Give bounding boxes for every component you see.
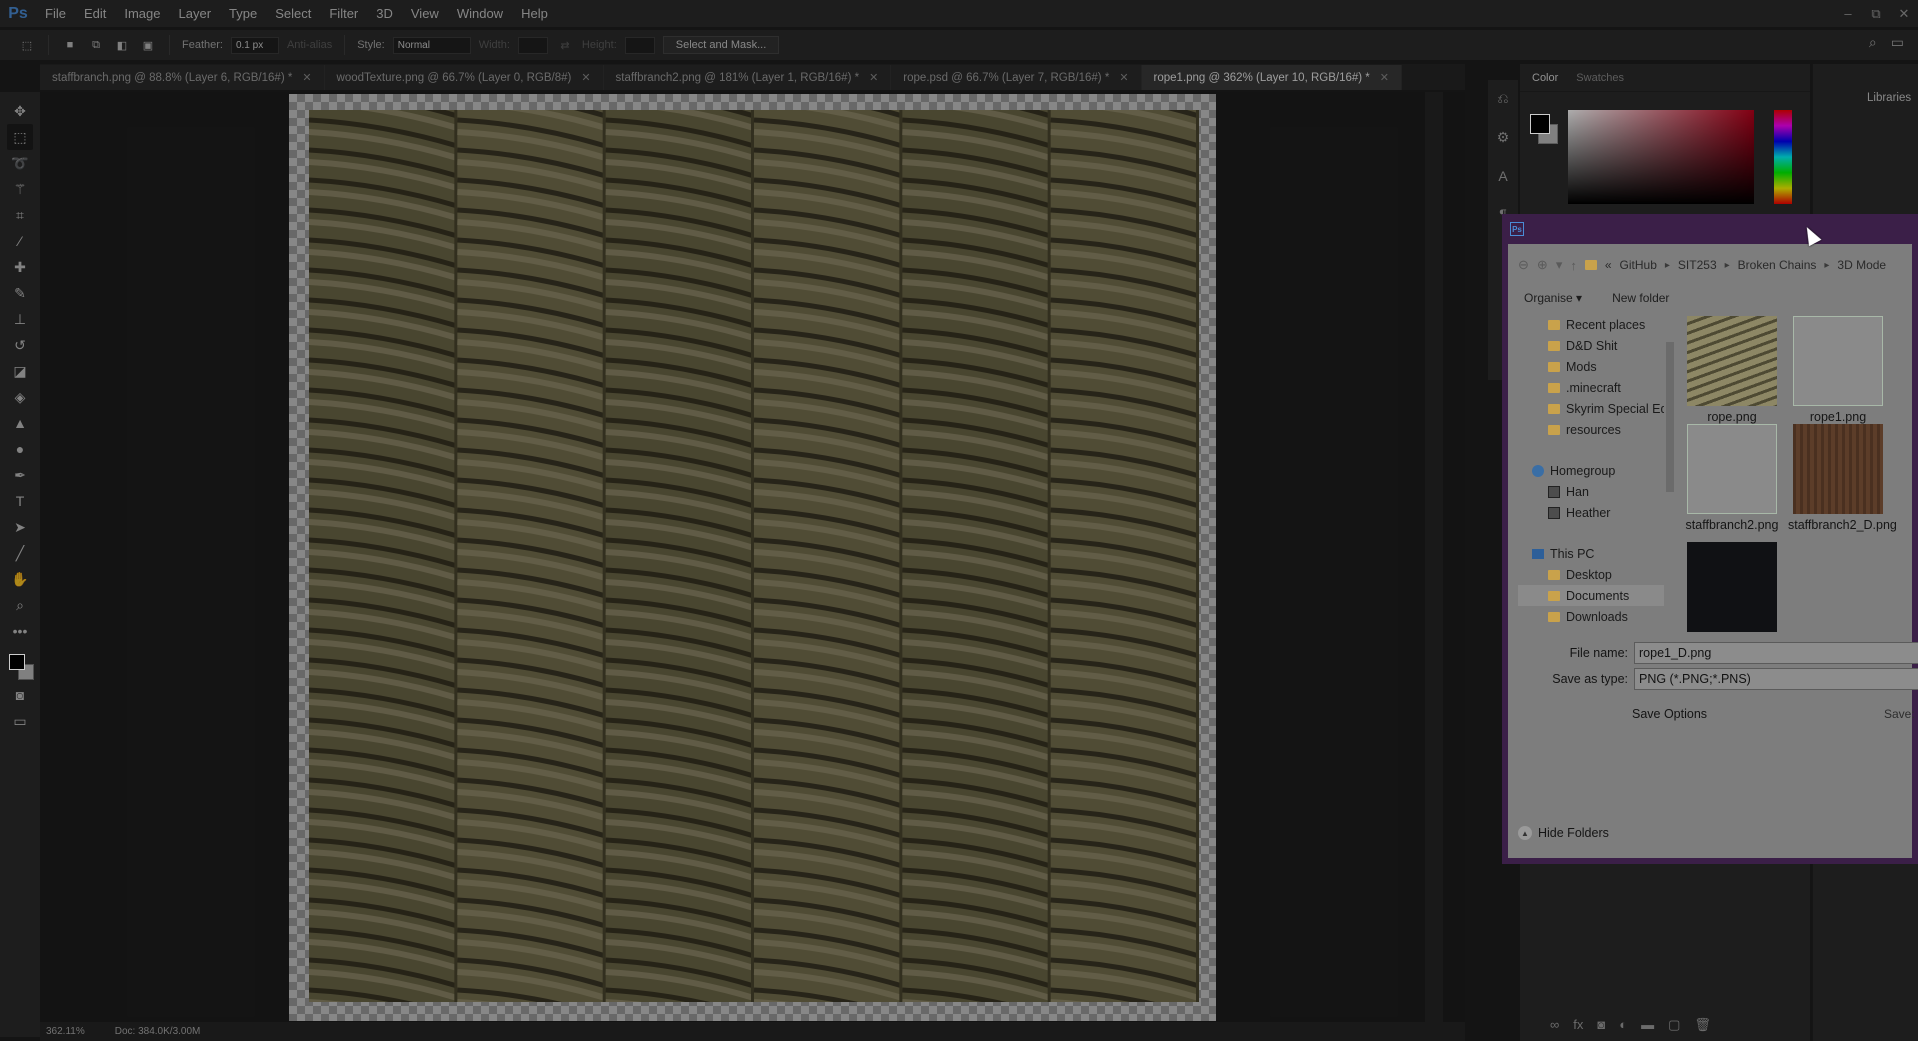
folder-icon <box>1548 403 1560 414</box>
breadcrumb-broken-chains[interactable]: Broken Chains <box>1738 258 1817 272</box>
file-thumbnail <box>1687 424 1777 514</box>
user-icon <box>1548 485 1560 498</box>
nav-item-label: Homegroup <box>1550 463 1616 478</box>
chevron-right-icon: ▸ <box>1824 259 1830 271</box>
breadcrumb-3d-models[interactable]: 3D Mode <box>1837 258 1886 272</box>
save-options-label: Save Options <box>1632 707 1708 721</box>
file-name: rope1.png <box>1809 410 1867 424</box>
nav-item-label: Heather <box>1566 505 1611 520</box>
nav-item-recent-places[interactable]: Recent places <box>1518 314 1664 335</box>
nav-item-this-pc[interactable]: This PC <box>1518 543 1664 564</box>
hide-folders-button[interactable]: ▲ Hide Folders <box>1518 826 1609 840</box>
save-type-row: Save as type: PNG (*.PNG;*.PNS) <box>1508 668 1918 690</box>
nav-item-label: Mods <box>1566 359 1597 374</box>
nav-item-label: D&D Shit <box>1566 338 1618 353</box>
save-as-dialog: Ps ⊖ ⊕ ▾ ↑ « GitHub ▸ SIT253 ▸ Broken Ch… <box>1502 214 1918 864</box>
nav-item-resources[interactable]: resources <box>1518 419 1664 440</box>
file-thumbnail <box>1687 316 1777 406</box>
file-item-dark[interactable] <box>1682 542 1782 632</box>
file-item-staffbranch2[interactable]: staffbranch2.png <box>1682 424 1782 532</box>
nav-gap <box>1518 523 1664 543</box>
folder-icon <box>1584 260 1597 270</box>
save-type-label: Save as type: <box>1552 672 1628 686</box>
chevron-right-icon: ▸ <box>1724 259 1730 271</box>
folder-icon <box>1548 361 1560 372</box>
back-icon[interactable]: ⊖ <box>1518 257 1529 273</box>
nav-item-dnd[interactable]: D&D Shit <box>1518 335 1664 356</box>
file-thumbnail <box>1793 316 1883 406</box>
breadcrumb-prefix: « <box>1604 258 1612 272</box>
forward-icon[interactable]: ⊕ <box>1537 257 1548 273</box>
panel-foreground-swatch[interactable] <box>1530 114 1550 134</box>
nav-item-desktop[interactable]: Desktop <box>1518 564 1664 585</box>
hide-folders-label: Hide Folders <box>1538 826 1609 840</box>
nav-item-heather[interactable]: Heather <box>1518 502 1664 523</box>
nav-item-label: Han <box>1566 484 1589 499</box>
dialog-toolbar: Organise ▾ New folder <box>1508 284 1918 312</box>
photoshop-icon: Ps <box>1510 222 1524 236</box>
nav-item-label: resources <box>1566 422 1621 437</box>
chevron-up-icon: ▲ <box>1518 826 1532 840</box>
nav-pane-scrollbar[interactable] <box>1664 314 1676 632</box>
file-name-row: File name: rope1_D.png <box>1508 642 1918 664</box>
file-item-rope1[interactable]: rope1.png <box>1788 316 1888 424</box>
nav-item-downloads[interactable]: Downloads <box>1518 606 1664 627</box>
foreground-color-swatch[interactable] <box>9 654 25 670</box>
file-item-rope[interactable]: rope.png <box>1682 316 1782 424</box>
file-thumbnail <box>1687 542 1777 632</box>
nav-item-homegroup[interactable]: Homegroup <box>1518 460 1664 481</box>
up-icon[interactable]: ↑ <box>1570 258 1577 273</box>
recent-locations-icon[interactable]: ▾ <box>1556 257 1563 273</box>
nav-item-label: .minecraft <box>1566 380 1621 395</box>
organise-button[interactable]: Organise ▾ <box>1524 291 1582 305</box>
file-name: rope.png <box>1707 410 1757 424</box>
address-bar[interactable]: ⊖ ⊕ ▾ ↑ « GitHub ▸ SIT253 ▸ Broken Chain… <box>1508 252 1918 278</box>
nav-item-label: Recent places <box>1566 317 1646 332</box>
nav-item-label: Skyrim Special Ed <box>1566 401 1664 416</box>
dialog-titlebar[interactable]: Ps <box>1502 214 1918 244</box>
file-item-staffbranch2-d[interactable]: staffbranch2_D.png <box>1788 424 1897 532</box>
navigation-pane: Recent places D&D Shit Mods .minecraft S… <box>1518 314 1664 632</box>
nav-item-label: Documents <box>1566 588 1630 603</box>
file-name: staffbranch2.png <box>1685 518 1779 532</box>
file-name-input[interactable]: rope1_D.png <box>1634 642 1918 664</box>
nav-gap <box>1518 440 1664 460</box>
save-checkbox-label: Save: <box>1884 707 1915 721</box>
file-thumbnail <box>1793 424 1883 514</box>
folder-icon <box>1548 569 1560 580</box>
save-type-select[interactable]: PNG (*.PNG;*.PNS) <box>1634 668 1918 690</box>
computer-icon <box>1532 548 1544 559</box>
folder-icon <box>1548 611 1560 622</box>
folder-icon <box>1548 590 1560 601</box>
nav-item-label: Downloads <box>1566 609 1628 624</box>
nav-item-minecraft[interactable]: .minecraft <box>1518 377 1664 398</box>
user-icon <box>1548 506 1560 519</box>
file-name-label: File name: <box>1569 646 1628 660</box>
chevron-right-icon: ▸ <box>1664 259 1670 271</box>
breadcrumb-sit253[interactable]: SIT253 <box>1678 258 1717 272</box>
folder-icon <box>1548 382 1560 393</box>
nav-item-han[interactable]: Han <box>1518 481 1664 502</box>
nav-item-mods[interactable]: Mods <box>1518 356 1664 377</box>
nav-item-label: Desktop <box>1566 567 1612 582</box>
new-folder-button[interactable]: New folder <box>1612 291 1669 305</box>
nav-item-documents[interactable]: Documents <box>1518 585 1664 606</box>
breadcrumb-github[interactable]: GitHub <box>1620 258 1657 272</box>
file-list: rope.png rope1.png staffbranch2.png staf… <box>1682 316 1918 632</box>
homegroup-icon <box>1532 464 1544 477</box>
nav-item-label: This PC <box>1550 546 1595 561</box>
folder-icon <box>1548 424 1560 435</box>
scrollbar-thumb[interactable] <box>1666 342 1674 492</box>
nav-item-skyrim[interactable]: Skyrim Special Ed <box>1518 398 1664 419</box>
save-form: File name: rope1_D.png Save as type: PNG… <box>1508 634 1918 814</box>
recent-places-icon <box>1548 319 1560 330</box>
folder-icon <box>1548 340 1560 351</box>
file-name: staffbranch2_D.png <box>1788 518 1897 532</box>
